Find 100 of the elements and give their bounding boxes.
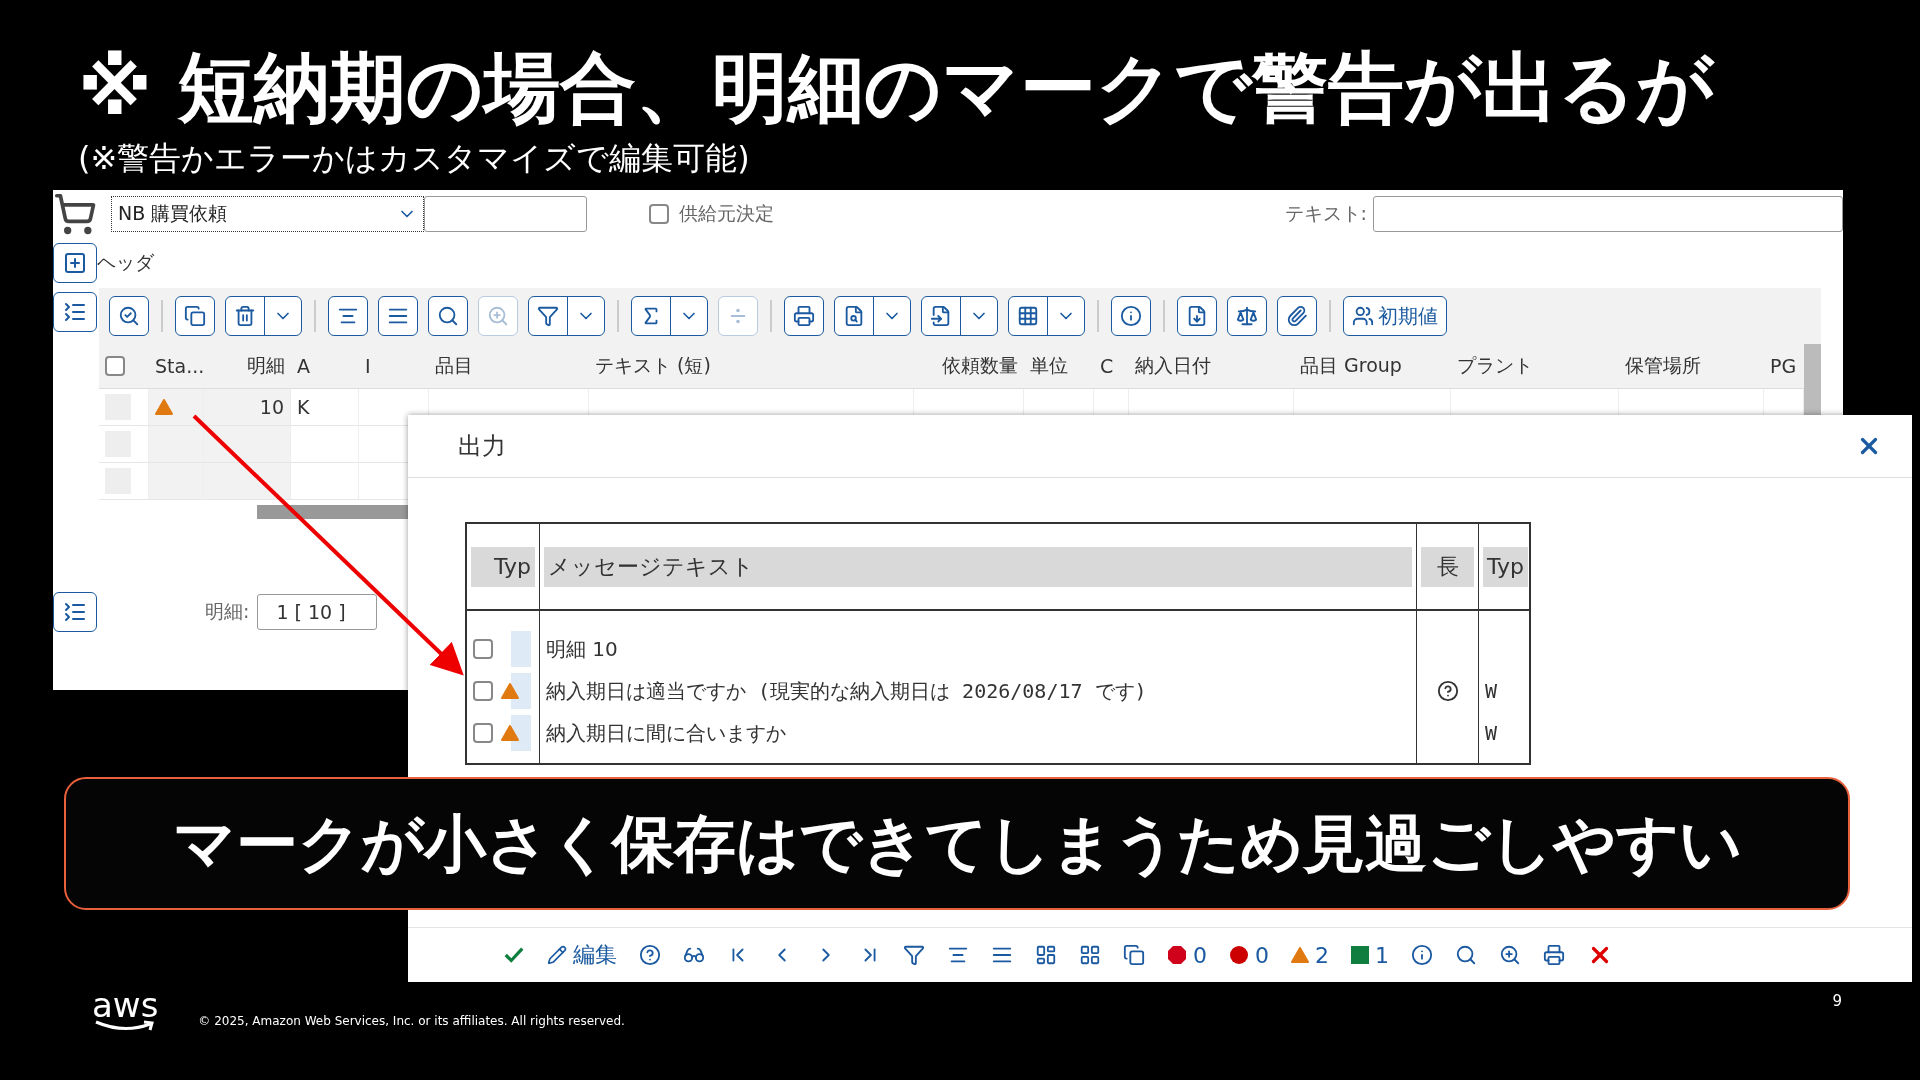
import-button[interactable] xyxy=(1177,296,1217,336)
collapse-button[interactable] xyxy=(53,292,97,332)
search-icon xyxy=(1455,944,1477,966)
cart-icon xyxy=(53,192,97,236)
search-button[interactable] xyxy=(428,296,468,336)
default-values-button[interactable]: 初期値 xyxy=(1343,296,1447,336)
list-icon xyxy=(63,300,87,324)
export-icon xyxy=(930,305,952,327)
column-header[interactable]: 品目 Group xyxy=(1294,344,1451,389)
export-menu-button[interactable] xyxy=(921,296,998,336)
print-button[interactable] xyxy=(784,296,824,336)
column-header[interactable]: 明細 xyxy=(204,344,291,389)
message-count-button[interactable]: 0 xyxy=(1167,942,1207,968)
column-header[interactable]: 単位 xyxy=(1024,344,1094,389)
grid-icon xyxy=(1079,944,1101,966)
layout-button[interactable] xyxy=(1035,944,1057,966)
grid-settings-icon xyxy=(1017,305,1039,327)
warning-icon xyxy=(155,399,173,415)
table-cell: K xyxy=(291,389,359,426)
help-icon xyxy=(639,944,661,966)
filter-icon xyxy=(903,944,925,966)
trash-menu-button[interactable] xyxy=(225,296,302,336)
scrollbar[interactable] xyxy=(1804,344,1821,389)
message-count-button[interactable]: 0 xyxy=(1229,942,1269,968)
print-icon xyxy=(793,305,815,327)
filter-icon xyxy=(537,305,559,327)
zoom-in-icon xyxy=(487,305,509,327)
copy-button[interactable] xyxy=(1123,944,1145,966)
callout-banner: マークが小さく保存はできてしまうため見過ごしやすい xyxy=(64,777,1850,910)
preview-icon xyxy=(843,305,865,327)
slide-subtitle: (※警告かエラーかはカスタマイズで編集可能) xyxy=(78,138,751,178)
info-button[interactable] xyxy=(1411,944,1433,966)
print-button[interactable] xyxy=(1543,944,1565,966)
page-number: 9 xyxy=(1832,992,1842,1010)
stop-icon xyxy=(1167,945,1187,965)
filter-lines-button[interactable] xyxy=(378,296,418,336)
search-button[interactable] xyxy=(1455,944,1477,966)
help-button[interactable] xyxy=(639,944,661,966)
message-type: W xyxy=(1485,679,1498,703)
list-icon xyxy=(63,600,87,624)
zoom-check-button[interactable] xyxy=(109,296,149,336)
column-header[interactable]: 保管場所 xyxy=(1619,344,1764,389)
message-checkbox[interactable] xyxy=(473,723,493,743)
item-label: 明細: xyxy=(205,599,250,624)
sort-button[interactable] xyxy=(328,296,368,336)
column-header[interactable]: Sta... xyxy=(149,344,204,389)
message-count-button[interactable]: 1 xyxy=(1351,942,1389,968)
column-header[interactable]: 依頼数量 xyxy=(914,344,1024,389)
users-icon xyxy=(1352,305,1374,327)
collapse-button[interactable] xyxy=(53,592,97,632)
column-header[interactable]: 納入日付 xyxy=(1129,344,1294,389)
edit-button[interactable]: 編集 xyxy=(547,940,617,970)
message-checkbox[interactable] xyxy=(473,639,493,659)
copy-button[interactable] xyxy=(175,296,215,336)
input-field[interactable] xyxy=(424,196,587,232)
copyright-text: © 2025, Amazon Web Services, Inc. or its affiliates. All rights reserved. xyxy=(198,1014,625,1028)
attach-icon xyxy=(1286,305,1308,327)
plus-square-icon xyxy=(63,251,87,275)
column-header[interactable]: プラント xyxy=(1451,344,1619,389)
warning-icon xyxy=(501,725,519,741)
header-label: ヘッダ xyxy=(97,250,154,275)
sigma-menu-button[interactable] xyxy=(631,296,708,336)
preview-menu-button[interactable] xyxy=(834,296,911,336)
filter-menu-button[interactable] xyxy=(528,296,605,336)
zoom-check-icon xyxy=(118,305,140,327)
scale-button[interactable] xyxy=(1227,296,1267,336)
grid-settings-menu-button[interactable] xyxy=(1008,296,1085,336)
column-header[interactable]: 品目 xyxy=(429,344,589,389)
column-header: Typ xyxy=(471,546,535,587)
help-icon[interactable] xyxy=(1436,680,1459,702)
checkbox[interactable] xyxy=(649,204,669,224)
attach-button[interactable] xyxy=(1277,296,1317,336)
item-field[interactable]: 1 [ 10 ] xyxy=(257,594,378,630)
copy-icon xyxy=(1123,944,1145,966)
info-button[interactable] xyxy=(1111,296,1151,336)
zoom-in-icon xyxy=(1499,944,1521,966)
slide-title: ※ 短納期の場合、明細のマークで警告が出るが xyxy=(78,42,1716,134)
column-header[interactable]: A xyxy=(291,344,359,389)
message-count-button[interactable]: 2 xyxy=(1291,942,1329,968)
info-icon xyxy=(1411,944,1433,966)
copy-icon xyxy=(184,305,206,327)
table-cell xyxy=(291,426,359,463)
column-header[interactable]: C xyxy=(1094,344,1129,389)
print-icon xyxy=(1543,944,1565,966)
zoom-in-button[interactable] xyxy=(1499,944,1521,966)
pencil-icon xyxy=(547,945,567,965)
order-type-dropdown[interactable]: NB 購買依頼 xyxy=(111,196,424,232)
column-header[interactable]: テキスト (短) xyxy=(589,344,914,389)
expand-button[interactable] xyxy=(53,243,97,283)
text-input-field[interactable] xyxy=(1373,196,1843,232)
message-type: W xyxy=(1485,721,1498,745)
grid-button[interactable] xyxy=(1079,944,1101,966)
column-header[interactable]: PG xyxy=(1764,344,1804,389)
select-all-checkbox[interactable] xyxy=(105,356,125,376)
message-text: 納入期日は適当ですか (現実的な納入期日は 2026/08/17 です) xyxy=(546,677,1147,705)
column-header[interactable]: I xyxy=(359,344,429,389)
message-checkbox[interactable] xyxy=(473,681,493,701)
column-header: 長 xyxy=(1421,546,1474,587)
filter-button[interactable] xyxy=(903,944,925,966)
message-text: 明細 10 xyxy=(546,635,618,663)
